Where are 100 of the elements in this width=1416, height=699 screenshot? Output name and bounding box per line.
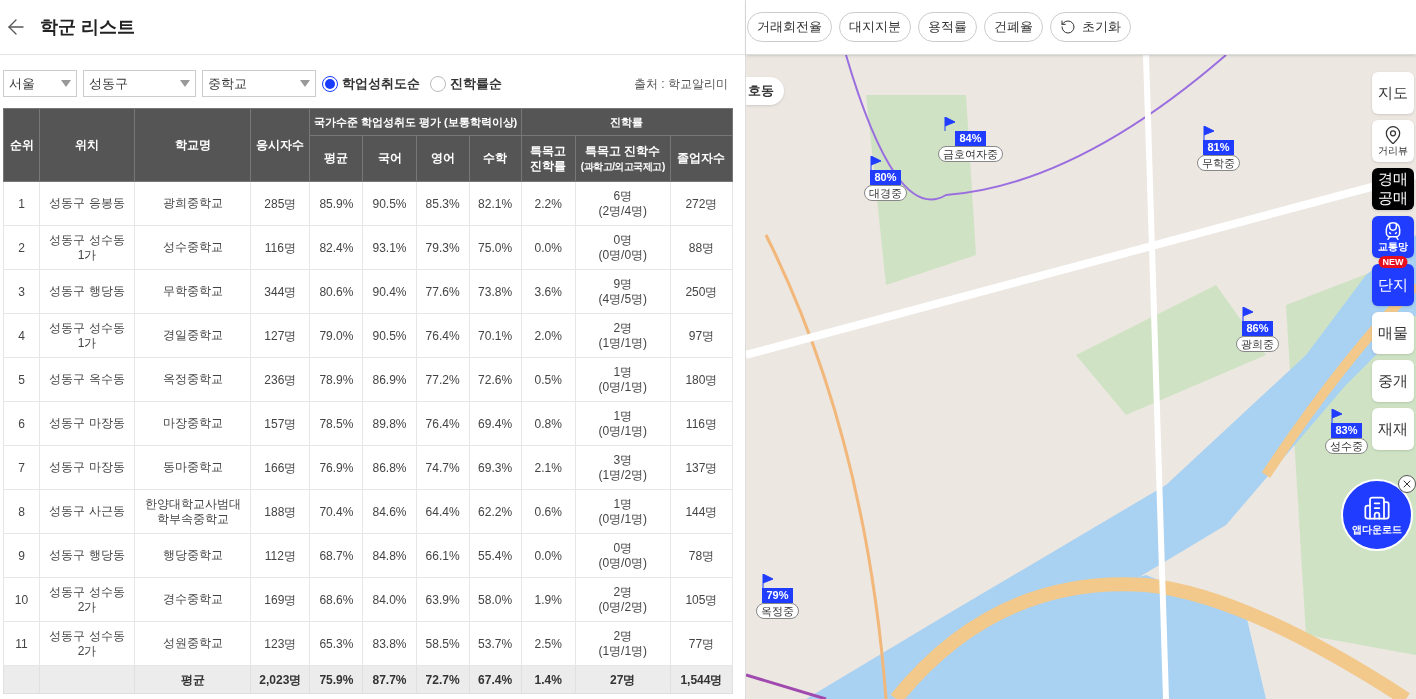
table-cell: 76.4% (416, 313, 470, 358)
table-cell: 3.6% (521, 269, 576, 314)
flag-icon (944, 117, 956, 131)
sort-radio-option[interactable]: 진학률순 (430, 73, 502, 94)
sort-radio-option[interactable]: 학업성취도순 (322, 73, 420, 94)
table-cell: 84.0% (362, 577, 417, 622)
flag-icon (1242, 307, 1254, 321)
filter-chip[interactable]: 거래회전율 (747, 12, 832, 42)
area-chip[interactable]: 호동 (746, 77, 784, 105)
table-cell: 58.0% (469, 577, 522, 622)
table-cell: 144명 (670, 489, 733, 534)
train-icon (1383, 220, 1403, 241)
dropdown-select[interactable]: 성동구 (83, 70, 196, 97)
column-header: 국어 (362, 135, 417, 182)
map-side-button[interactable]: 경매 공매 (1372, 168, 1414, 210)
map-side-button[interactable]: 중개 (1372, 360, 1414, 402)
map-side-button[interactable]: 재재 (1372, 408, 1414, 450)
table-cell: 7 (3, 445, 40, 490)
table-cell: 2명 (1명/1명) (575, 621, 671, 666)
map-side-button[interactable]: 지도 (1372, 72, 1414, 114)
table-cell: 2.2% (521, 181, 576, 226)
table-cell: 79.0% (309, 313, 363, 358)
table-cell: 75.0% (469, 225, 522, 270)
table-cell: 5 (3, 357, 40, 402)
table-cell: 1.9% (521, 577, 576, 622)
table-cell: 70.4% (309, 489, 363, 534)
table-cell: 89.8% (362, 401, 417, 446)
table-cell: 2명 (1명/1명) (575, 313, 671, 358)
column-header: 특목고 진학률 (521, 135, 576, 182)
new-badge: NEW (1378, 256, 1408, 268)
table-cell: 58.5% (416, 621, 470, 666)
table-cell: 76.9% (309, 445, 363, 490)
column-header: 순위 (3, 108, 40, 182)
column-header: 평균 (309, 135, 363, 182)
table-cell: 88명 (670, 225, 733, 270)
table-cell: 70.1% (469, 313, 522, 358)
table-cell: 78.9% (309, 357, 363, 402)
page-title: 학군 리스트 (40, 15, 135, 39)
table-cell: 68.7% (309, 533, 363, 578)
table-cell: 64.4% (416, 489, 470, 534)
table-cell: 66.1% (416, 533, 470, 578)
table-cell: 성동구 옥수동 (39, 357, 135, 402)
table-cell: 4 (3, 313, 40, 358)
table-cell: 성동구 성수동1가 (39, 225, 135, 270)
table-cell: 2명 (0명/2명) (575, 577, 671, 622)
table-cell: 105명 (670, 577, 733, 622)
table-cell: 127명 (250, 313, 310, 358)
filter-chip[interactable]: 대지지분 (839, 12, 911, 42)
caret-icon (180, 80, 190, 87)
dropdown-select[interactable]: 중학교 (202, 70, 316, 97)
table-cell: 성동구 성수동1가 (39, 313, 135, 358)
table-cell: 82.1% (469, 181, 522, 226)
table-cell: 8 (3, 489, 40, 534)
table-cell: 69.4% (469, 401, 522, 446)
table-cell: 0.5% (521, 357, 576, 402)
table-cell: 1,544명 (670, 665, 733, 694)
filter-chip[interactable]: 건폐율 (984, 12, 1043, 42)
column-header: 졸업자수 (670, 135, 733, 182)
table-cell: 행당중학교 (134, 533, 251, 578)
map-side-button[interactable]: 매물 (1372, 312, 1414, 354)
table-cell: 83.8% (362, 621, 417, 666)
table-cell: 123명 (250, 621, 310, 666)
column-header: 수학 (469, 135, 522, 182)
table-cell: 236명 (250, 357, 310, 402)
table-cell: 188명 (250, 489, 310, 534)
table-cell: 90.5% (362, 181, 417, 226)
group-header: 국가수준 학업성취도 평가 (보통학력이상) (309, 108, 522, 136)
dropdown-select[interactable]: 서울 (3, 70, 77, 97)
table-cell: 성동구 응봉동 (39, 181, 135, 226)
table-cell: 27명 (575, 665, 671, 694)
table-cell: 0.0% (521, 533, 576, 578)
filter-chip[interactable]: 초기화 (1050, 12, 1131, 42)
table-cell: 2,023명 (250, 665, 310, 694)
table-cell: 6 (3, 401, 40, 446)
table-cell: 성수중학교 (134, 225, 251, 270)
table-cell: 0.6% (521, 489, 576, 534)
table-cell: 74.7% (416, 445, 470, 490)
table-cell: 1명 (0명/1명) (575, 401, 671, 446)
caret-icon (61, 80, 71, 87)
table-cell: 55.4% (469, 533, 522, 578)
table-cell: 1명 (0명/1명) (575, 357, 671, 402)
table-cell: 53.7% (469, 621, 522, 666)
table-cell: 3명 (1명/2명) (575, 445, 671, 490)
flag-icon (762, 574, 774, 588)
map-side-button[interactable]: 단지 (1372, 264, 1414, 306)
map-side-button[interactable]: 교통망 (1372, 216, 1414, 258)
map-pin-icon (1383, 124, 1403, 145)
table-cell: 85.9% (309, 181, 363, 226)
table-cell: 0명 (0명/0명) (575, 533, 671, 578)
table-cell: 78명 (670, 533, 733, 578)
table-cell: 2 (3, 225, 40, 270)
table-cell: 옥정중학교 (134, 357, 251, 402)
map-side-button[interactable]: 거리뷰 (1372, 120, 1414, 162)
table-cell: 73.8% (469, 269, 522, 314)
flag-icon (870, 156, 882, 170)
table-cell: 9 (3, 533, 40, 578)
table-cell: 77.6% (416, 269, 470, 314)
table-cell: 157명 (250, 401, 310, 446)
table-cell: 90.4% (362, 269, 417, 314)
filter-chip[interactable]: 용적률 (918, 12, 977, 42)
